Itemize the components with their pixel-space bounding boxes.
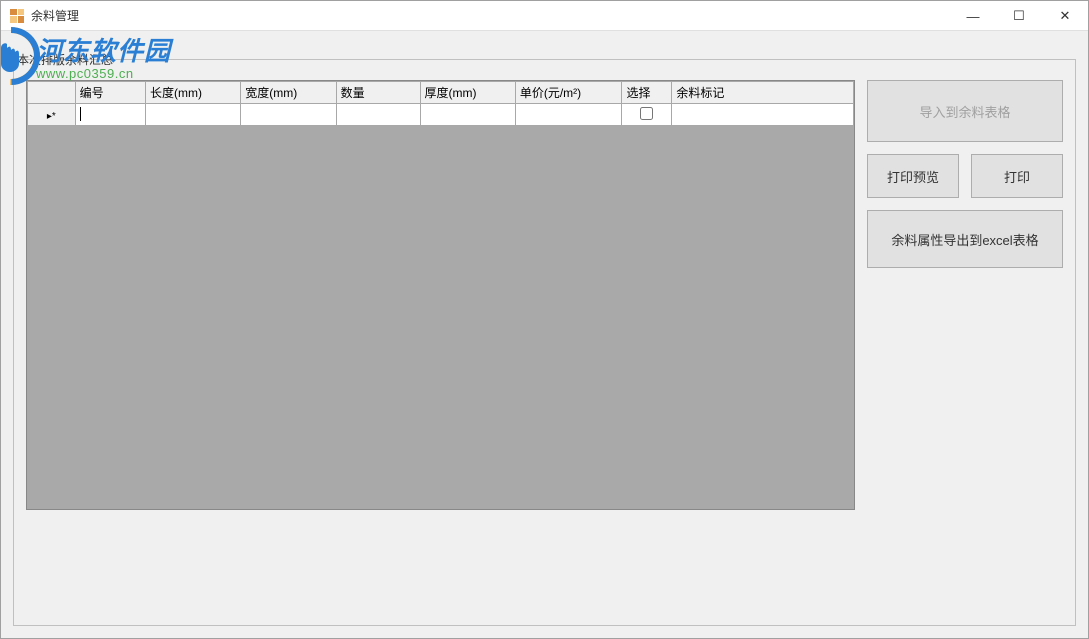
col-header-mark[interactable]: 余料标记 — [672, 82, 854, 104]
data-grid[interactable]: 编号 长度(mm) 宽度(mm) 数量 厚度(mm) 单价(元/m²) 选择 余… — [26, 80, 855, 510]
content-area: 河东软件园 www.pc0359.cn 本次排版余料汇总 编号 长度(mm) — [1, 31, 1088, 638]
table-header-row: 编号 长度(mm) 宽度(mm) 数量 厚度(mm) 单价(元/m²) 选择 余… — [28, 82, 854, 104]
app-icon — [9, 8, 25, 24]
cell-width[interactable] — [241, 104, 336, 126]
cell-mark[interactable] — [672, 104, 854, 126]
window-title: 余料管理 — [31, 7, 79, 24]
col-header-id[interactable]: 编号 — [75, 82, 145, 104]
minimize-button[interactable]: — — [950, 1, 996, 31]
side-button-panel: 导入到余料表格 打印预览 打印 余料属性导出到excel表格 — [867, 80, 1063, 613]
print-button[interactable]: 打印 — [971, 154, 1063, 198]
cell-quantity[interactable] — [336, 104, 420, 126]
cell-select[interactable] — [622, 104, 672, 126]
table-new-row[interactable]: ▸* — [28, 104, 854, 126]
titlebar-left: 余料管理 — [1, 7, 79, 24]
window-frame: 余料管理 — ☐ ✕ 河东软件园 www.pc0359.cn — [0, 0, 1089, 639]
cell-id[interactable] — [75, 104, 145, 126]
titlebar[interactable]: 余料管理 — ☐ ✕ — [1, 1, 1088, 31]
new-row-indicator[interactable]: ▸* — [28, 104, 76, 126]
import-button[interactable]: 导入到余料表格 — [867, 80, 1063, 142]
col-header-thickness[interactable]: 厚度(mm) — [420, 82, 515, 104]
col-header-price[interactable]: 单价(元/m²) — [515, 82, 622, 104]
section-label: 本次排版余料汇总 — [17, 51, 113, 68]
col-header-select[interactable]: 选择 — [622, 82, 672, 104]
cell-length[interactable] — [145, 104, 240, 126]
row-header-corner[interactable] — [28, 82, 76, 104]
maximize-button[interactable]: ☐ — [996, 1, 1042, 31]
export-excel-button[interactable]: 余料属性导出到excel表格 — [867, 210, 1063, 268]
close-button[interactable]: ✕ — [1042, 1, 1088, 31]
window-controls: — ☐ ✕ — [950, 1, 1088, 30]
col-header-quantity[interactable]: 数量 — [336, 82, 420, 104]
print-preview-button[interactable]: 打印预览 — [867, 154, 959, 198]
select-checkbox[interactable] — [640, 107, 653, 120]
col-header-length[interactable]: 长度(mm) — [145, 82, 240, 104]
groupbox: 编号 长度(mm) 宽度(mm) 数量 厚度(mm) 单价(元/m²) 选择 余… — [13, 59, 1076, 626]
col-header-width[interactable]: 宽度(mm) — [241, 82, 336, 104]
cell-thickness[interactable] — [420, 104, 515, 126]
cell-price[interactable] — [515, 104, 622, 126]
